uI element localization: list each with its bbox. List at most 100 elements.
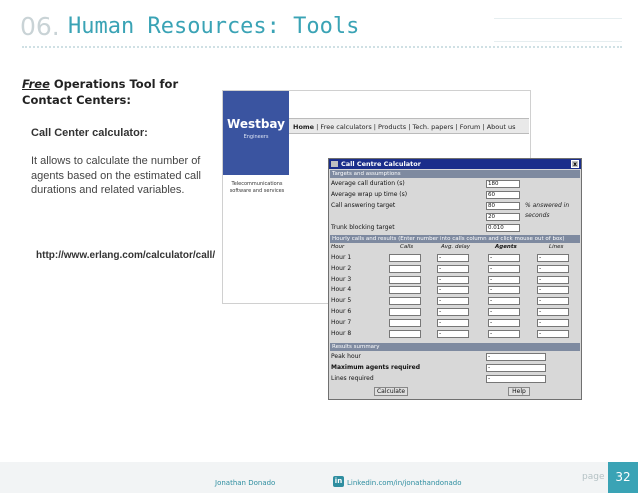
calls-input[interactable] (389, 254, 421, 262)
dash: - (490, 275, 493, 283)
lines-output (537, 318, 569, 327)
avg-delay-output (437, 308, 469, 316)
agents-output (488, 308, 520, 316)
section-number: 06. (20, 12, 60, 41)
hour-label: Hour 3 (331, 275, 352, 283)
dash: - (539, 318, 542, 326)
close-icon[interactable]: x (571, 160, 579, 168)
answer-seconds-input[interactable]: 20 (486, 213, 520, 221)
trunk-blocking-input[interactable]: 0.010 (486, 224, 520, 232)
calls-input[interactable] (389, 297, 421, 306)
calculator-description: It allows to calculate the number of age… (31, 155, 202, 196)
lines-output (537, 254, 569, 262)
website-tagline: Telecommunications software and services (229, 181, 285, 194)
header-decoration (494, 18, 622, 42)
section-hourly: Hourly calls and results (Enter number i… (330, 235, 580, 243)
avg-call-duration-input[interactable]: 180 (486, 180, 520, 188)
section-results: Results summary (330, 343, 580, 351)
lines-output (537, 286, 569, 295)
dash: - (488, 353, 491, 360)
calculate-button[interactable]: Calculate (374, 387, 408, 396)
dash: - (539, 264, 542, 272)
logo-word: Westbay (227, 117, 285, 131)
peak-hour-output (486, 353, 546, 361)
westbay-logo: Westbay Engineers (223, 91, 289, 175)
avg-delay-output (437, 286, 469, 295)
dash: - (490, 254, 493, 261)
dash: - (488, 364, 491, 371)
max-agents-output (486, 364, 546, 372)
calculator-titlebar: Call Centre Calculator x (329, 159, 581, 169)
section-targets: Targets and assumptions (330, 170, 580, 178)
calls-input[interactable] (389, 286, 421, 295)
author-name: Jonathan Donado (215, 479, 276, 487)
intro-rest: Operations Tool for (49, 77, 179, 91)
nav-about-us[interactable]: About us (487, 123, 516, 131)
hour-label: Hour 6 (331, 308, 352, 315)
nav-home[interactable]: Home (293, 123, 314, 131)
dash: - (439, 308, 442, 315)
hour-label: Hour 1 (331, 254, 352, 261)
help-button[interactable]: Help (508, 387, 530, 396)
avg-wrapup-input[interactable]: 60 (486, 191, 520, 199)
dash: - (539, 308, 542, 315)
seconds-note: seconds (525, 212, 550, 219)
result-label: Peak hour (331, 353, 361, 360)
dash: - (439, 297, 442, 305)
website-nav: Home | Free calculators | Products | Tec… (289, 118, 529, 134)
header-divider (22, 46, 622, 48)
dash: - (490, 286, 493, 294)
nav-forum[interactable]: Forum (460, 123, 481, 131)
dash: - (488, 375, 491, 382)
hour-label: Hour 2 (331, 264, 352, 272)
page-label: page (582, 472, 605, 482)
dash: - (439, 286, 442, 294)
agents-output (488, 318, 520, 327)
avg-delay-output (437, 297, 469, 306)
target-label: Call answering target (331, 202, 396, 209)
answer-target-input[interactable]: 80 (486, 202, 520, 210)
calls-input[interactable] (389, 264, 421, 273)
page-title: Human Resources: Tools (68, 14, 360, 39)
col-lines: Lines (549, 244, 564, 250)
agents-output (488, 275, 520, 284)
linkedin-icon: in (333, 476, 344, 487)
dash: - (490, 308, 493, 315)
dash: - (539, 286, 542, 294)
lines-required-output (486, 375, 546, 383)
dash: - (539, 275, 542, 283)
calls-input[interactable] (389, 329, 421, 338)
lines-output (537, 308, 569, 316)
lines-output (537, 264, 569, 273)
dash: - (490, 318, 493, 326)
lines-output (537, 329, 569, 338)
avg-delay-output (437, 275, 469, 284)
lines-output (537, 275, 569, 284)
dash: - (439, 318, 442, 326)
nav-tech-papers[interactable]: Tech. papers (412, 123, 453, 131)
calculator-link[interactable]: http://www.erlang.com/calculator/call/ (36, 250, 215, 261)
dash: - (490, 329, 493, 337)
logo-sub: Engineers (243, 134, 269, 140)
avg-delay-output (437, 329, 469, 338)
agents-output (488, 286, 520, 295)
col-hour: Hour (331, 244, 345, 250)
page-number: 32 (608, 462, 638, 493)
nav-products[interactable]: Products (378, 123, 406, 131)
hourly-column-headers: Hour Calls Avg. delay Agents Lines (329, 244, 581, 252)
calls-input[interactable] (389, 318, 421, 327)
calls-input[interactable] (389, 275, 421, 284)
linkedin-url[interactable]: Linkedin.com/in/jonathandonado (347, 479, 462, 487)
target-label: Average call duration (s) (331, 180, 405, 187)
agents-output (488, 264, 520, 273)
calls-input[interactable] (389, 308, 421, 316)
dash: - (539, 297, 542, 305)
hour-label: Hour 5 (331, 297, 352, 305)
hour-label: Hour 4 (331, 286, 352, 294)
dash: - (490, 264, 493, 272)
agents-output (488, 297, 520, 306)
col-calls: Calls (400, 244, 414, 250)
result-label: Maximum agents required (331, 364, 420, 371)
agents-output (488, 329, 520, 338)
nav-free-calculators[interactable]: Free calculators (320, 123, 371, 131)
